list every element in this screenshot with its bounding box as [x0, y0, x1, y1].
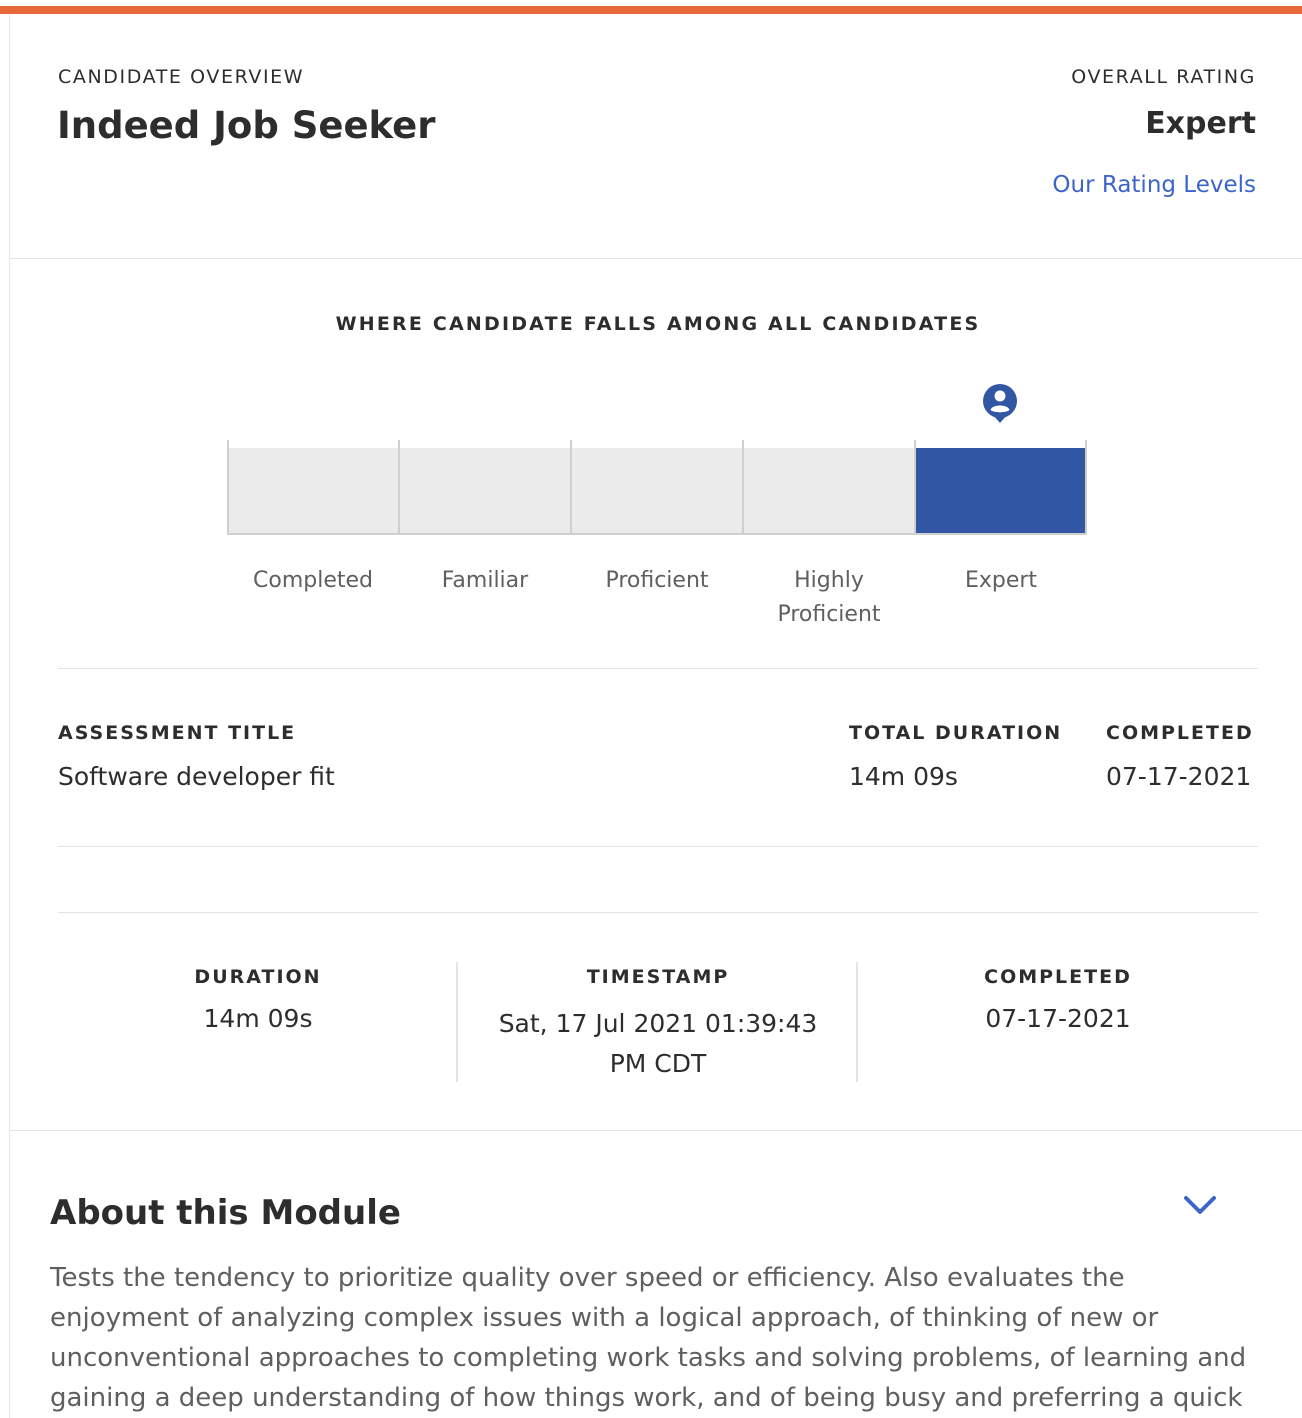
scale-segment-familiar: [399, 448, 571, 534]
level-label-expert: Expert: [964, 568, 1038, 593]
level-label-familiar: Familiar: [441, 568, 529, 593]
completed-stat: COMPLETED 07-17-2021: [858, 966, 1258, 1033]
panel-left-border: [9, 14, 10, 1418]
timestamp-label: TIMESTAMP: [586, 966, 730, 988]
duration-label: DURATION: [194, 966, 322, 988]
duration-value: 14m 09s: [203, 1004, 313, 1033]
level-label-highly-proficient: Highly Proficient: [777, 568, 881, 627]
overall-rating-value: Expert: [1145, 106, 1256, 141]
chevron-down-icon[interactable]: [1180, 1190, 1220, 1220]
person-pin-icon: [983, 384, 1017, 423]
assessment-divider: [58, 846, 1258, 847]
scale-tick: [742, 440, 744, 534]
scale-baseline: [227, 533, 1087, 535]
duration-stat: DURATION 14m 09s: [58, 966, 458, 1033]
candidate-name: Indeed Job Seeker: [57, 104, 436, 147]
scale-tick: [914, 440, 916, 534]
scale-segment-proficient: [571, 448, 743, 534]
completed-value: 07-17-2021: [1106, 762, 1252, 791]
assessment-title-value: Software developer fit: [58, 762, 335, 791]
scale-segment-highly-proficient: [743, 448, 915, 534]
scale-tick: [1085, 440, 1087, 534]
accent-top-bar: [0, 6, 1302, 14]
scale-segment-expert: [915, 448, 1087, 534]
about-module-title: About this Module: [50, 1193, 401, 1233]
level-label-proficient: Proficient: [605, 568, 709, 593]
candidate-overview-eyebrow: CANDIDATE OVERVIEW: [58, 66, 305, 88]
chart-divider: [58, 668, 1258, 669]
total-duration-label: TOTAL DURATION: [849, 722, 1063, 744]
header-divider: [10, 258, 1302, 259]
overall-rating-eyebrow: OVERALL RATING: [1071, 66, 1256, 88]
completed-label: COMPLETED: [1106, 722, 1254, 744]
scale-segment-completed: [227, 448, 399, 534]
chart-title: WHERE CANDIDATE FALLS AMONG ALL CANDIDAT…: [335, 313, 981, 335]
about-divider: [10, 1130, 1302, 1131]
about-module-description: Tests the tendency to prioritize quality…: [50, 1263, 1247, 1413]
scale-tick: [570, 440, 572, 534]
stats-completed-value: 07-17-2021: [985, 1004, 1131, 1033]
scale-tick: [227, 440, 229, 534]
stats-top-divider: [58, 912, 1258, 913]
rating-scale: [227, 440, 1087, 536]
rating-levels-link[interactable]: Our Rating Levels: [1052, 172, 1256, 198]
assessment-title-label: ASSESSMENT TITLE: [58, 722, 297, 744]
timestamp-stat: TIMESTAMP Sat, 17 Jul 2021 01:39:43 PM C…: [458, 966, 858, 1084]
level-label-completed: Completed: [253, 568, 373, 593]
stats-completed-label: COMPLETED: [984, 966, 1132, 988]
timestamp-value: Sat, 17 Jul 2021 01:39:43 PM CDT: [498, 1009, 818, 1078]
total-duration-value: 14m 09s: [849, 762, 958, 791]
scale-tick: [398, 440, 400, 534]
